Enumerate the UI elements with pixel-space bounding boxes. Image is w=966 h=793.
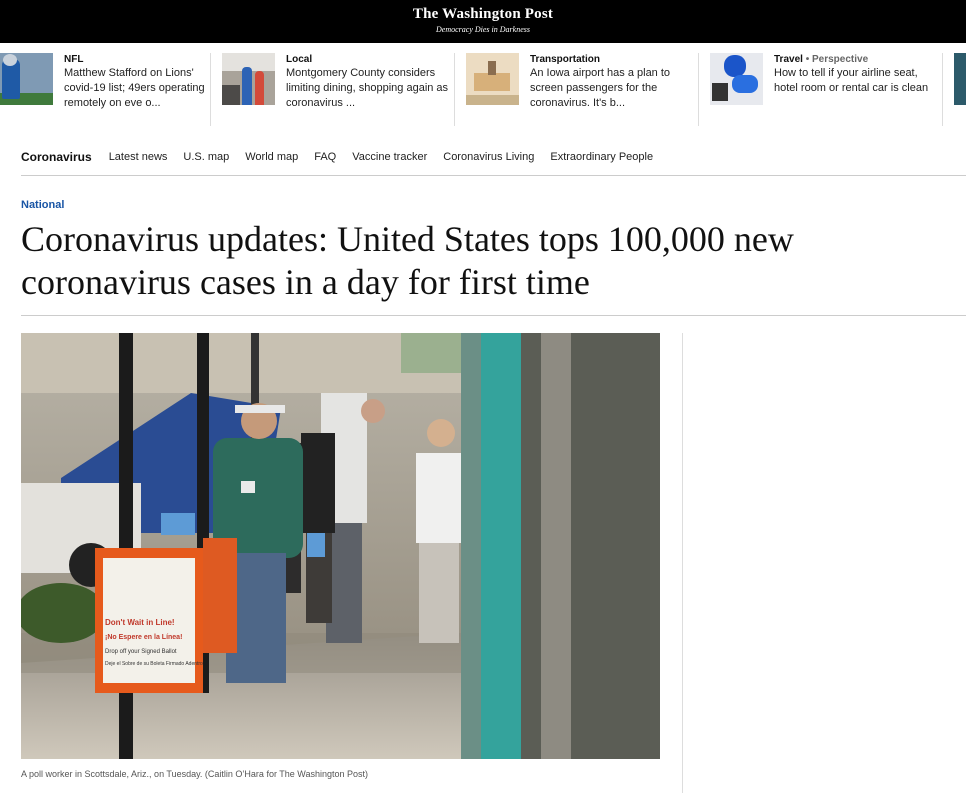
wapo-logo[interactable]: The Washington Post: [0, 0, 966, 22]
nav-link-world-map[interactable]: World map: [245, 151, 298, 163]
sign-text-en-2: Drop off your Signed Ballot: [105, 649, 177, 655]
rail-headline[interactable]: Matthew Stafford on Lions' covid-19 list…: [64, 66, 214, 111]
rail-divider: [454, 53, 455, 126]
nav-link-coronavirus-living[interactable]: Coronavirus Living: [443, 151, 534, 163]
lead-photo: Don't Wait in Line! ¡No Espere en la Lín…: [21, 333, 660, 759]
rail-story-nfl[interactable]: NFL Matthew Stafford on Lions' covid-19 …: [0, 53, 214, 125]
rail-story-travel[interactable]: Travel • Perspective How to tell if your…: [710, 53, 934, 125]
sign-text-en: Don't Wait in Line!: [105, 618, 175, 627]
rail-kicker: Local: [286, 54, 313, 65]
nav-link-faq[interactable]: FAQ: [314, 151, 336, 163]
rail-thumb-image[interactable]: [710, 53, 763, 105]
rail-headline[interactable]: How to tell if your airline seat, hotel …: [774, 66, 934, 96]
masthead-tagline: Democracy Dies in Darkness: [436, 25, 530, 34]
article-kicker[interactable]: National: [21, 199, 64, 211]
nav-link-us-map[interactable]: U.S. map: [183, 151, 229, 163]
photo-caption: A poll worker in Scottsdale, Ariz., on T…: [21, 769, 368, 779]
sign-text-es-2: Deje el Sobre de su Boleta Firmado Adent…: [105, 661, 203, 667]
divider: [21, 175, 966, 176]
nav-link-latest-news[interactable]: Latest news: [109, 151, 168, 163]
nav-link-extraordinary-people[interactable]: Extraordinary People: [550, 151, 653, 163]
rail-headline[interactable]: Montgomery County considers limiting din…: [286, 66, 451, 111]
rail-thumb-image[interactable]: [466, 53, 519, 105]
rail-divider: [698, 53, 699, 126]
rail-headline[interactable]: An Iowa airport has a plan to screen pas…: [530, 66, 695, 111]
top-stories-rail: NFL Matthew Stafford on Lions' covid-19 …: [0, 43, 966, 129]
rail-thumb-image[interactable]: [222, 53, 275, 105]
article-headline: Coronavirus updates: United States tops …: [21, 219, 794, 302]
rail-kicker: Transportation: [530, 54, 601, 65]
masthead: The Washington Post Democracy Dies in Da…: [0, 0, 966, 43]
rail-divider: [210, 53, 211, 126]
column-divider: [682, 333, 683, 793]
divider: [21, 315, 966, 316]
rail-story-transportation[interactable]: Transportation An Iowa airport has a pla…: [466, 53, 695, 125]
rail-kicker: Travel • Perspective: [774, 54, 869, 65]
rail-kicker: NFL: [64, 54, 84, 65]
rail-divider: [942, 53, 943, 126]
nav-link-vaccine-tracker[interactable]: Vaccine tracker: [352, 151, 427, 163]
sign-text-es: ¡No Espere en la Línea!: [105, 634, 182, 641]
rail-thumb-image-partial[interactable]: [954, 53, 966, 105]
rail-story-local[interactable]: Local Montgomery County considers limiti…: [222, 53, 451, 125]
section-title[interactable]: Coronavirus: [21, 150, 92, 164]
section-nav: Coronavirus Latest news U.S. map World m…: [21, 146, 669, 168]
rail-thumb-image[interactable]: [0, 53, 53, 105]
